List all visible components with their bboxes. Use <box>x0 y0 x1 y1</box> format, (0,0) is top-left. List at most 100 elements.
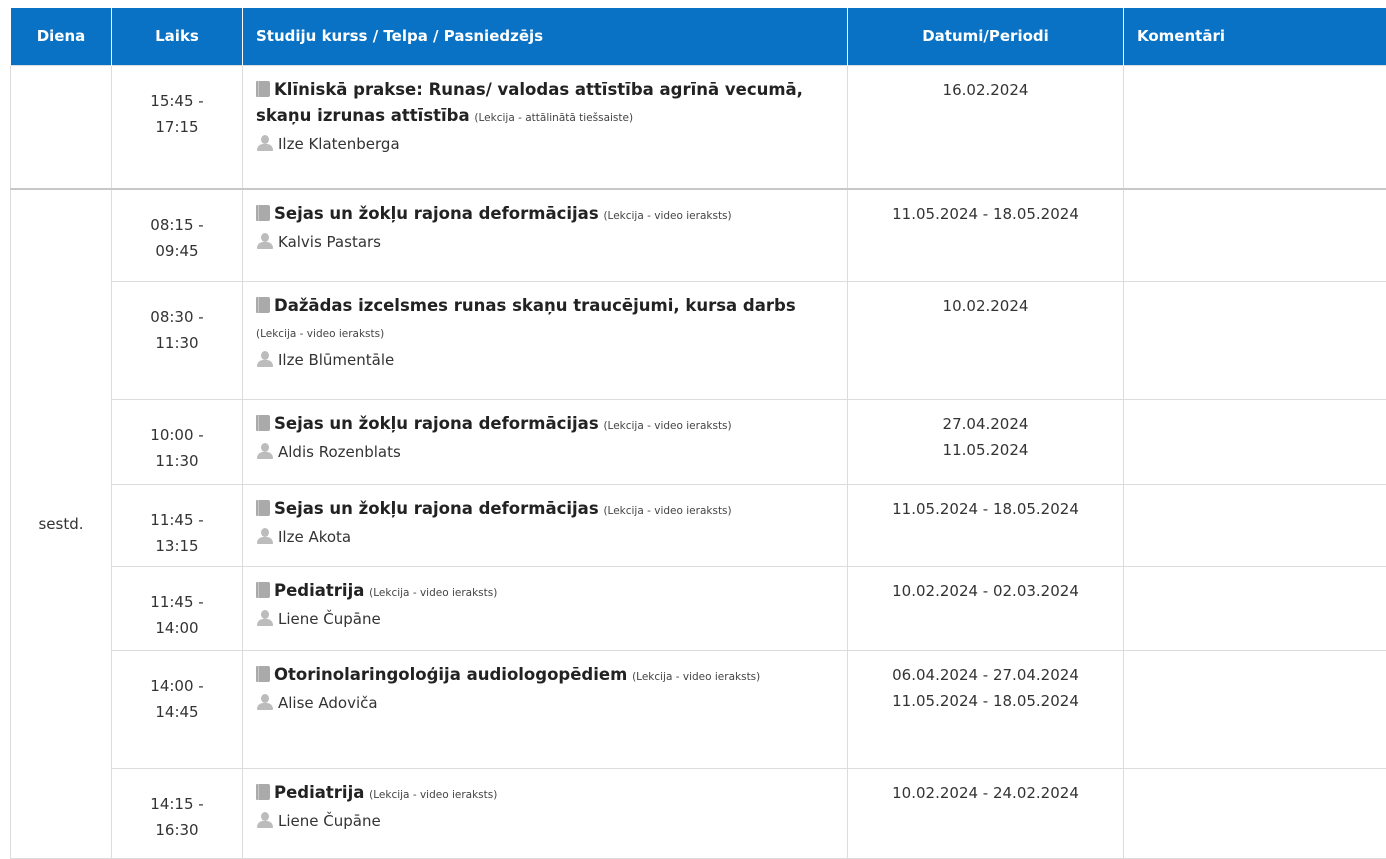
time-cell: 08:30 - 11:30 <box>112 281 243 399</box>
teacher-name[interactable]: Kalvis Pastars <box>278 233 381 251</box>
dates-cell: 16.02.2024 <box>848 65 1124 189</box>
book-icon <box>256 415 270 431</box>
teacher: Alise Adoviča <box>256 690 837 716</box>
header-course: Studiju kurss / Telpa / Pasniedzējs <box>243 8 848 65</box>
time-start: 15:45 - <box>113 88 241 114</box>
time-start: 11:45 - <box>113 589 241 615</box>
dates-cell: 11.05.2024 - 18.05.2024 <box>848 189 1124 281</box>
date-entry: 27.04.2024 <box>849 411 1122 437</box>
schedule-container: Diena Laiks Studiju kurss / Telpa / Pasn… <box>10 8 1386 859</box>
course-cell: Sejas un žokļu rajona deformācijas (Lekc… <box>243 484 848 566</box>
table-row: 14:15 - 16:30 Pediatrija (Lekcija - vide… <box>11 768 1386 858</box>
time-end: 09:45 <box>113 238 241 264</box>
book-icon <box>256 297 270 313</box>
teacher: Liene Čupāne <box>256 808 837 834</box>
day-cell <box>11 65 112 189</box>
date-entry: 10.02.2024 - 24.02.2024 <box>849 780 1122 806</box>
course-cell: Pediatrija (Lekcija - video ieraksts) Li… <box>243 566 848 650</box>
time-start: 11:45 - <box>113 507 241 533</box>
user-icon <box>256 351 274 367</box>
comment-cell <box>1124 65 1386 189</box>
time-cell: 14:00 - 14:45 <box>112 650 243 768</box>
book-icon <box>256 666 270 682</box>
table-row: 10:00 - 11:30 Sejas un žokļu rajona defo… <box>11 399 1386 484</box>
user-icon <box>256 610 274 626</box>
course-title[interactable]: Sejas un žokļu rajona deformācijas <box>274 204 599 223</box>
comment-cell <box>1124 484 1386 566</box>
course-cell: Sejas un žokļu rajona deformācijas (Lekc… <box>243 399 848 484</box>
course-title[interactable]: Pediatrija <box>274 783 364 802</box>
time-end: 16:30 <box>113 817 241 843</box>
date-entry: 10.02.2024 - 02.03.2024 <box>849 578 1122 604</box>
dates-cell: 10.02.2024 - 24.02.2024 <box>848 768 1124 858</box>
dates-cell: 06.04.2024 - 27.04.2024 11.05.2024 - 18.… <box>848 650 1124 768</box>
teacher-name[interactable]: Alise Adoviča <box>278 694 378 712</box>
comment-cell <box>1124 281 1386 399</box>
time-cell: 15:45 - 17:15 <box>112 65 243 189</box>
course-type: (Lekcija - attālinātā tiešsaiste) <box>474 112 633 124</box>
course-title[interactable]: Otorinolaringoloģija audiologopēdiem <box>274 665 627 684</box>
course-title[interactable]: Dažādas izcelsmes runas skaņu traucējumi… <box>274 296 796 315</box>
book-icon <box>256 784 270 800</box>
header-time: Laiks <box>112 8 243 65</box>
user-icon <box>256 528 274 544</box>
course-cell: Dažādas izcelsmes runas skaņu traucējumi… <box>243 281 848 399</box>
teacher-name[interactable]: Liene Čupāne <box>278 610 381 628</box>
time-end: 14:45 <box>113 699 241 725</box>
teacher: Kalvis Pastars <box>256 229 837 255</box>
schedule-table: Diena Laiks Studiju kurss / Telpa / Pasn… <box>10 8 1386 859</box>
teacher: Aldis Rozenblats <box>256 439 837 465</box>
dates-cell: 10.02.2024 - 02.03.2024 <box>848 566 1124 650</box>
date-entry: 11.05.2024 - 18.05.2024 <box>849 688 1122 714</box>
book-icon <box>256 81 270 97</box>
user-icon <box>256 135 274 151</box>
comment-cell <box>1124 189 1386 281</box>
course-cell: Klīniskā prakse: Runas/ valodas attīstīb… <box>243 65 848 189</box>
comment-cell <box>1124 768 1386 858</box>
table-row: 08:30 - 11:30 Dažādas izcelsmes runas sk… <box>11 281 1386 399</box>
course-cell: Sejas un žokļu rajona deformācijas (Lekc… <box>243 189 848 281</box>
date-entry: 10.02.2024 <box>849 293 1122 319</box>
teacher-name[interactable]: Liene Čupāne <box>278 812 381 830</box>
course-type: (Lekcija - video ieraksts) <box>369 587 497 599</box>
table-row: 11:45 - 13:15 Sejas un žokļu rajona defo… <box>11 484 1386 566</box>
course-title[interactable]: Pediatrija <box>274 581 364 600</box>
time-end: 11:30 <box>113 330 241 356</box>
table-header-row: Diena Laiks Studiju kurss / Telpa / Pasn… <box>11 8 1386 65</box>
table-row: 14:00 - 14:45 Otorinolaringoloģija audio… <box>11 650 1386 768</box>
course-type: (Lekcija - video ieraksts) <box>256 328 384 340</box>
date-entry: 11.05.2024 <box>849 437 1122 463</box>
dates-cell: 27.04.2024 11.05.2024 <box>848 399 1124 484</box>
teacher-name[interactable]: Ilze Blūmentāle <box>278 351 394 369</box>
time-end: 11:30 <box>113 448 241 474</box>
schedule-body: 15:45 - 17:15 Klīniskā prakse: Runas/ va… <box>11 65 1386 858</box>
user-icon <box>256 694 274 710</box>
dates-cell: 11.05.2024 - 18.05.2024 <box>848 484 1124 566</box>
book-icon <box>256 500 270 516</box>
time-end: 14:00 <box>113 615 241 641</box>
table-row: 15:45 - 17:15 Klīniskā prakse: Runas/ va… <box>11 65 1386 189</box>
book-icon <box>256 582 270 598</box>
course-title[interactable]: Sejas un žokļu rajona deformācijas <box>274 499 599 518</box>
teacher: Ilze Akota <box>256 524 837 550</box>
time-cell: 08:15 - 09:45 <box>112 189 243 281</box>
user-icon <box>256 233 274 249</box>
user-icon <box>256 812 274 828</box>
time-cell: 11:45 - 14:00 <box>112 566 243 650</box>
teacher-name[interactable]: Ilze Akota <box>278 528 351 546</box>
course-cell: Otorinolaringoloģija audiologopēdiem (Le… <box>243 650 848 768</box>
course-title[interactable]: Sejas un žokļu rajona deformācijas <box>274 414 599 433</box>
teacher-name[interactable]: Aldis Rozenblats <box>278 443 401 461</box>
teacher: Liene Čupāne <box>256 606 837 632</box>
comment-cell <box>1124 650 1386 768</box>
comment-cell <box>1124 399 1386 484</box>
book-icon <box>256 205 270 221</box>
time-start: 10:00 - <box>113 422 241 448</box>
header-comments: Komentāri <box>1124 8 1386 65</box>
teacher: Ilze Blūmentāle <box>256 347 837 373</box>
time-start: 08:30 - <box>113 304 241 330</box>
teacher-name[interactable]: Ilze Klatenberga <box>278 135 400 153</box>
course-type: (Lekcija - video ieraksts) <box>603 210 731 222</box>
time-end: 13:15 <box>113 533 241 559</box>
time-cell: 14:15 - 16:30 <box>112 768 243 858</box>
